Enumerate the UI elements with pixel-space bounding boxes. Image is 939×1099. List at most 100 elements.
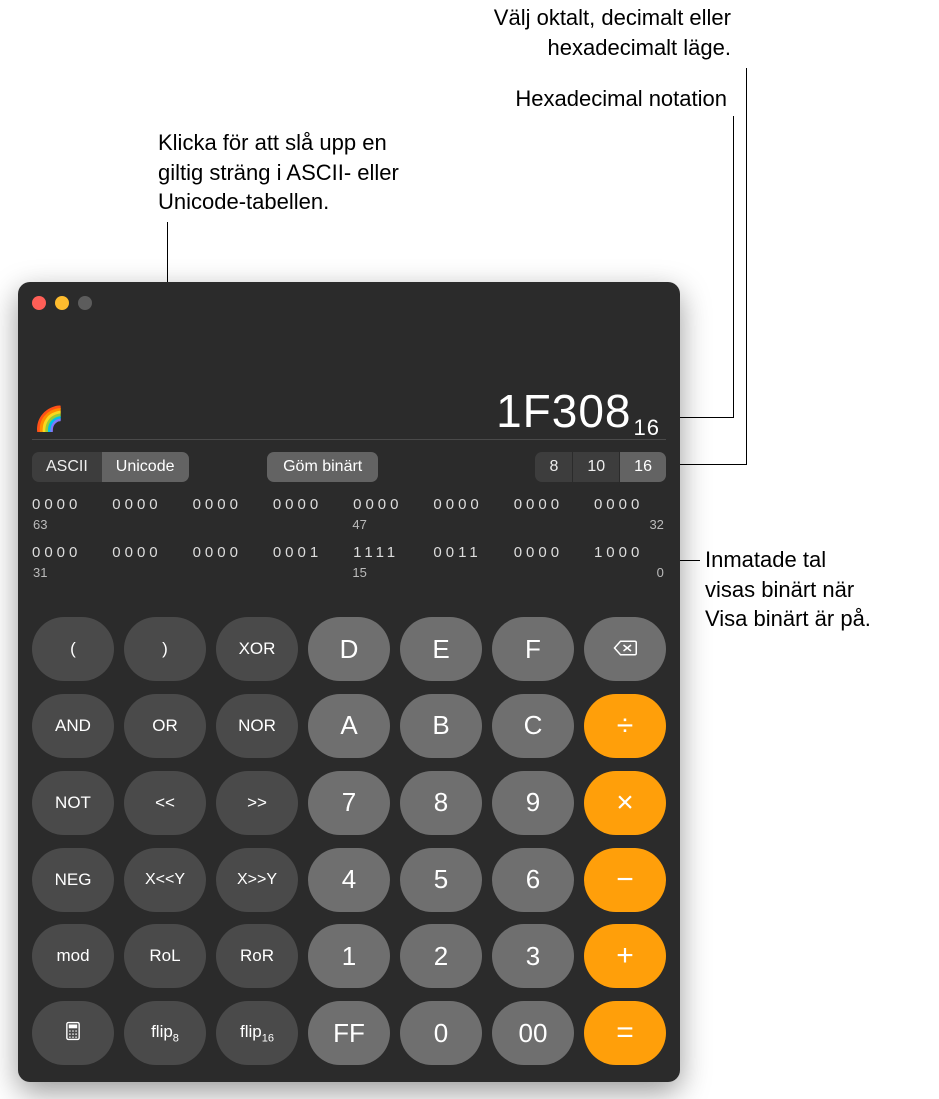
open-paren-key[interactable]: (: [32, 617, 114, 681]
nor-key[interactable]: NOR: [216, 694, 298, 758]
close-paren-key[interactable]: ): [124, 617, 206, 681]
display-base-subscript: 16: [634, 415, 660, 440]
bit-group[interactable]: 0000: [32, 544, 104, 561]
flip16-label: flip16: [240, 1022, 274, 1044]
callout-ascii-text: Klicka för att slå upp en giltig sträng …: [158, 128, 478, 217]
leader-line: [680, 464, 747, 465]
digit-3-key[interactable]: 3: [492, 924, 574, 988]
bit-group[interactable]: 0000: [273, 496, 345, 513]
x-shift-right-y-key[interactable]: X>>Y: [216, 848, 298, 912]
bit-group[interactable]: 0000: [32, 496, 104, 513]
leader-line: [746, 68, 747, 464]
hex-f-key[interactable]: F: [492, 617, 574, 681]
base-10-toggle[interactable]: 10: [573, 452, 619, 482]
binary-index-row-1: 63 47 32: [32, 517, 666, 532]
encoding-segmented-control: ASCII Unicode: [32, 452, 189, 482]
or-key[interactable]: OR: [124, 694, 206, 758]
xor-key[interactable]: XOR: [216, 617, 298, 681]
minus-key[interactable]: −: [584, 848, 666, 912]
hex-d-key[interactable]: D: [308, 617, 390, 681]
bit-group[interactable]: 0000: [193, 544, 265, 561]
hex-a-key[interactable]: A: [308, 694, 390, 758]
mod-key[interactable]: mod: [32, 924, 114, 988]
bit-group[interactable]: 0000: [193, 496, 265, 513]
and-key[interactable]: AND: [32, 694, 114, 758]
digit-1-key[interactable]: 1: [308, 924, 390, 988]
binary-row-1: 0000 0000 0000 0000 0000 0000 0000 0000: [32, 496, 666, 513]
bit-group[interactable]: 0011: [433, 544, 505, 561]
hex-b-key[interactable]: B: [400, 694, 482, 758]
digit-7-key[interactable]: 7: [308, 771, 390, 835]
hide-binary-button[interactable]: Göm binärt: [267, 452, 378, 482]
backspace-key[interactable]: [584, 617, 666, 681]
window-traffic-lights: [32, 296, 92, 310]
unicode-glyph: 🌈: [34, 405, 64, 434]
close-window-button[interactable]: [32, 296, 46, 310]
unicode-toggle[interactable]: Unicode: [102, 452, 189, 482]
rotate-right-key[interactable]: RoR: [216, 924, 298, 988]
display-area: 🌈 1F30816: [18, 312, 680, 432]
base-8-toggle[interactable]: 8: [535, 452, 572, 482]
plus-key[interactable]: +: [584, 924, 666, 988]
bit-group[interactable]: 0000: [353, 496, 425, 513]
not-key[interactable]: NOT: [32, 771, 114, 835]
divider: [32, 439, 666, 440]
digit-9-key[interactable]: 9: [492, 771, 574, 835]
flip16-key[interactable]: flip16: [216, 1001, 298, 1065]
backspace-icon: [613, 634, 637, 665]
bit-group[interactable]: 0000: [594, 496, 666, 513]
digit-0-key[interactable]: 0: [400, 1001, 482, 1065]
equals-key[interactable]: =: [584, 1001, 666, 1065]
zoom-window-button[interactable]: [78, 296, 92, 310]
neg-key[interactable]: NEG: [32, 848, 114, 912]
bit-group[interactable]: 1111: [353, 544, 425, 561]
bit-group[interactable]: 1000: [594, 544, 666, 561]
bit-index: 0: [592, 565, 664, 580]
display-main: 1F308: [496, 385, 631, 437]
binary-index-row-2: 31 15 0: [32, 565, 666, 580]
bit-group[interactable]: 0000: [433, 496, 505, 513]
flip8-key[interactable]: flip8: [124, 1001, 206, 1065]
ff-key[interactable]: FF: [308, 1001, 390, 1065]
bit-group[interactable]: 0001: [273, 544, 345, 561]
digit-5-key[interactable]: 5: [400, 848, 482, 912]
calculator-icon: [61, 1021, 85, 1046]
calculator-mode-key[interactable]: [32, 1001, 114, 1065]
x-shift-left-y-key[interactable]: X<<Y: [124, 848, 206, 912]
hex-e-key[interactable]: E: [400, 617, 482, 681]
keypad: ( ) XOR D E F AND OR NOR A B C ÷ NOT << …: [32, 617, 666, 1068]
bit-index: 47: [352, 517, 424, 532]
flip8-label: flip8: [151, 1022, 179, 1044]
bit-index: 63: [33, 517, 105, 532]
binary-display: 0000 0000 0000 0000 0000 0000 0000 0000 …: [32, 496, 666, 592]
rotate-left-key[interactable]: RoL: [124, 924, 206, 988]
minimize-window-button[interactable]: [55, 296, 69, 310]
divide-key[interactable]: ÷: [584, 694, 666, 758]
digit-2-key[interactable]: 2: [400, 924, 482, 988]
binary-row-2: 0000 0000 0000 0001 1111 0011 0000 1000: [32, 544, 666, 561]
base-segmented-control: 8 10 16: [535, 452, 666, 482]
callout-hex-text: Hexadecimal notation: [467, 84, 727, 114]
shift-left-key[interactable]: <<: [124, 771, 206, 835]
digit-4-key[interactable]: 4: [308, 848, 390, 912]
bit-group[interactable]: 0000: [112, 496, 184, 513]
bit-index: 31: [33, 565, 105, 580]
callout-mode-text: Välj oktalt, decimalt eller hexadecimalt…: [401, 3, 731, 62]
bit-group[interactable]: 0000: [514, 496, 586, 513]
leader-line: [680, 417, 734, 418]
callout-binary-text: Inmatade tal visas binärt när Visa binär…: [705, 545, 935, 634]
multiply-key[interactable]: ×: [584, 771, 666, 835]
bit-group[interactable]: 0000: [514, 544, 586, 561]
shift-right-key[interactable]: >>: [216, 771, 298, 835]
controls-row: ASCII Unicode Göm binärt 8 10 16: [32, 450, 666, 484]
bit-index: 32: [592, 517, 664, 532]
calculator-window: 🌈 1F30816 ASCII Unicode Göm binärt 8 10 …: [18, 282, 680, 1082]
hex-c-key[interactable]: C: [492, 694, 574, 758]
digit-6-key[interactable]: 6: [492, 848, 574, 912]
base-16-toggle[interactable]: 16: [620, 452, 666, 482]
ascii-toggle[interactable]: ASCII: [32, 452, 102, 482]
digit-8-key[interactable]: 8: [400, 771, 482, 835]
double-zero-key[interactable]: 00: [492, 1001, 574, 1065]
bit-group[interactable]: 0000: [112, 544, 184, 561]
display-value: 1F30816: [496, 384, 660, 438]
